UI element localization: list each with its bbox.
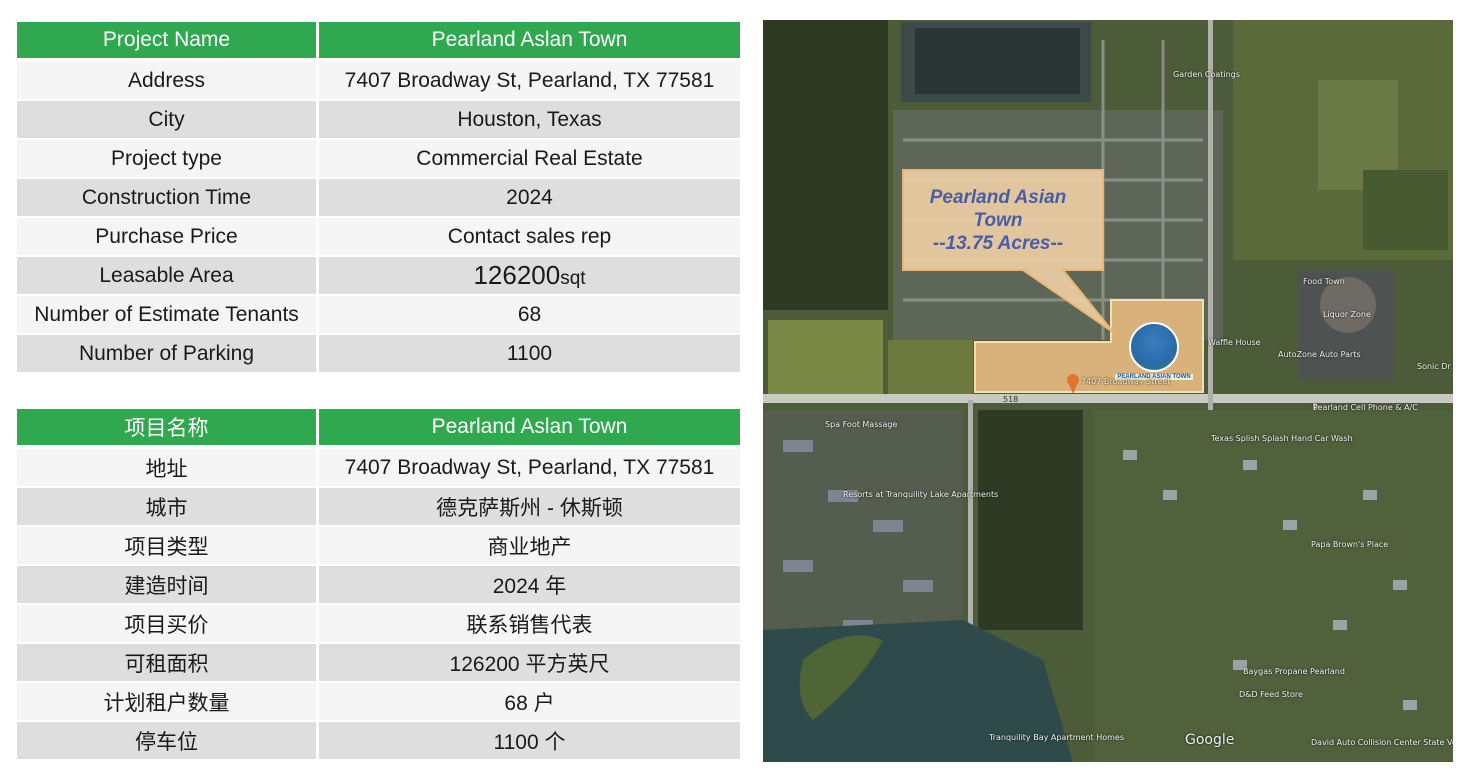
table-row-project-type: 项目类型 商业地产 [17, 527, 740, 566]
satellite-map[interactable]: Pearland Asian Town --13.75 Acres-- PEAR… [763, 20, 1453, 762]
place-label[interactable]: Papa Brown's Place [1311, 540, 1388, 549]
row-label: Number of Estimate Tenants [17, 296, 316, 335]
table-row-construction-time: 建造时间 2024 年 [17, 566, 740, 605]
table-row-city: City Houston, Texas [17, 101, 740, 140]
row-label: Purchase Price [17, 218, 316, 257]
row-value: 68 [316, 296, 740, 335]
road-number-label: 518 [1003, 395, 1019, 404]
place-label[interactable]: AutoZone Auto Parts [1278, 350, 1361, 359]
row-label: 计划租户数量 [17, 683, 316, 722]
pearland-asian-town-logo: PEARLAND ASIAN TOWN [1115, 322, 1193, 382]
table-row-leasable-area: Leasable Area 126200 sqt [17, 257, 740, 296]
map-imagery [763, 20, 1453, 762]
table-row-purchase-price: Purchase Price Contact sales rep [17, 218, 740, 257]
site-callout: Pearland Asian Town --13.75 Acres-- [913, 186, 1083, 255]
place-label[interactable]: Liquor Zone [1323, 310, 1371, 319]
place-label[interactable]: D&D Feed Store [1239, 690, 1303, 699]
table-row-parking: Number of Parking 1100 [17, 335, 740, 374]
place-label[interactable]: David Auto Collision Center State Vehicl… [1311, 738, 1453, 747]
table-row-address: Address 7407 Broadway St, Pearland, TX 7… [17, 62, 740, 101]
row-label: 建造时间 [17, 566, 316, 605]
row-value: 1100 [316, 335, 740, 374]
row-label: Leasable Area [17, 257, 316, 296]
row-value: 126200 sqt [316, 257, 740, 296]
row-value: 2024 [316, 179, 740, 218]
row-value: 7407 Broadway St, Pearland, TX 77581 [316, 62, 740, 101]
row-value: 2024 年 [316, 566, 740, 605]
table-row-leasable-area: 可租面积 126200 平方英尺 [17, 644, 740, 683]
row-value: Contact sales rep [316, 218, 740, 257]
row-value: 126200 平方英尺 [316, 644, 740, 683]
row-value: 68 户 [316, 683, 740, 722]
row-value: 德克萨斯州 - 休斯顿 [316, 488, 740, 527]
map-attribution: Google [1185, 732, 1235, 748]
leasable-area-unit: sqt [560, 267, 586, 289]
table-header-row: Project Name Pearland Aslan Town [17, 22, 740, 62]
row-label: 项目买价 [17, 605, 316, 644]
header-label: 项目名称 [17, 409, 316, 447]
city-skyline-icon [1129, 322, 1179, 372]
place-label[interactable]: Garden Coatings [1173, 70, 1240, 79]
place-label[interactable]: Waffle House [1208, 338, 1261, 347]
header-value: Pearland Aslan Town [316, 409, 740, 447]
row-label: Address [17, 62, 316, 101]
place-label[interactable]: Sonic Dr [1417, 362, 1451, 371]
table-row-tenants: 计划租户数量 68 户 [17, 683, 740, 722]
table-row-tenants: Number of Estimate Tenants 68 [17, 296, 740, 335]
row-label: City [17, 101, 316, 140]
street-address-label: 7407 Broadway Street [1081, 377, 1171, 386]
table-row-purchase-price: 项目买价 联系销售代表 [17, 605, 740, 644]
project-info-table-chinese: 项目名称 Pearland Aslan Town 地址 7407 Broadwa… [17, 409, 740, 761]
project-info-table-english: Project Name Pearland Aslan Town Address… [17, 22, 740, 374]
table-row-project-type: Project type Commercial Real Estate [17, 140, 740, 179]
table-row-city: 城市 德克萨斯州 - 休斯顿 [17, 488, 740, 527]
place-label[interactable]: Food Town [1303, 277, 1345, 286]
row-label: 可租面积 [17, 644, 316, 683]
leasable-area-number: 126200 [473, 260, 561, 290]
place-label[interactable]: Texas Splish Splash Hand Car Wash [1211, 434, 1353, 443]
row-label: 地址 [17, 449, 316, 488]
row-label: Project type [17, 140, 316, 179]
row-value: Commercial Real Estate [316, 140, 740, 179]
header-label: Project Name [17, 22, 316, 60]
row-value: 联系销售代表 [316, 605, 740, 644]
callout-line-3: --13.75 Acres-- [932, 233, 1064, 254]
row-value: 商业地产 [316, 527, 740, 566]
place-label[interactable]: Tranquility Bay Apartment Homes [989, 733, 1124, 742]
place-label[interactable]: Pearland Cell Phone & A/C [1313, 403, 1418, 412]
row-value: Houston, Texas [316, 101, 740, 140]
table-header-row: 项目名称 Pearland Aslan Town [17, 409, 740, 449]
row-label: 城市 [17, 488, 316, 527]
row-value: 1100 个 [316, 722, 740, 761]
table-row-construction-time: Construction Time 2024 [17, 179, 740, 218]
place-label[interactable]: Baygas Propane Pearland [1243, 667, 1345, 676]
row-label: 项目类型 [17, 527, 316, 566]
callout-line-2: Town [973, 210, 1023, 231]
row-label: Construction Time [17, 179, 316, 218]
place-label[interactable]: Spa Foot Massage [825, 420, 897, 429]
header-value: Pearland Aslan Town [316, 22, 740, 60]
callout-line-1: Pearland Asian [929, 187, 1067, 208]
row-label: 停车位 [17, 722, 316, 761]
table-row-address: 地址 7407 Broadway St, Pearland, TX 77581 [17, 449, 740, 488]
place-label[interactable]: Resorts at Tranquility Lake Apartments [843, 490, 998, 499]
row-value: 7407 Broadway St, Pearland, TX 77581 [316, 449, 740, 488]
table-row-parking: 停车位 1100 个 [17, 722, 740, 761]
row-label: Number of Parking [17, 335, 316, 374]
